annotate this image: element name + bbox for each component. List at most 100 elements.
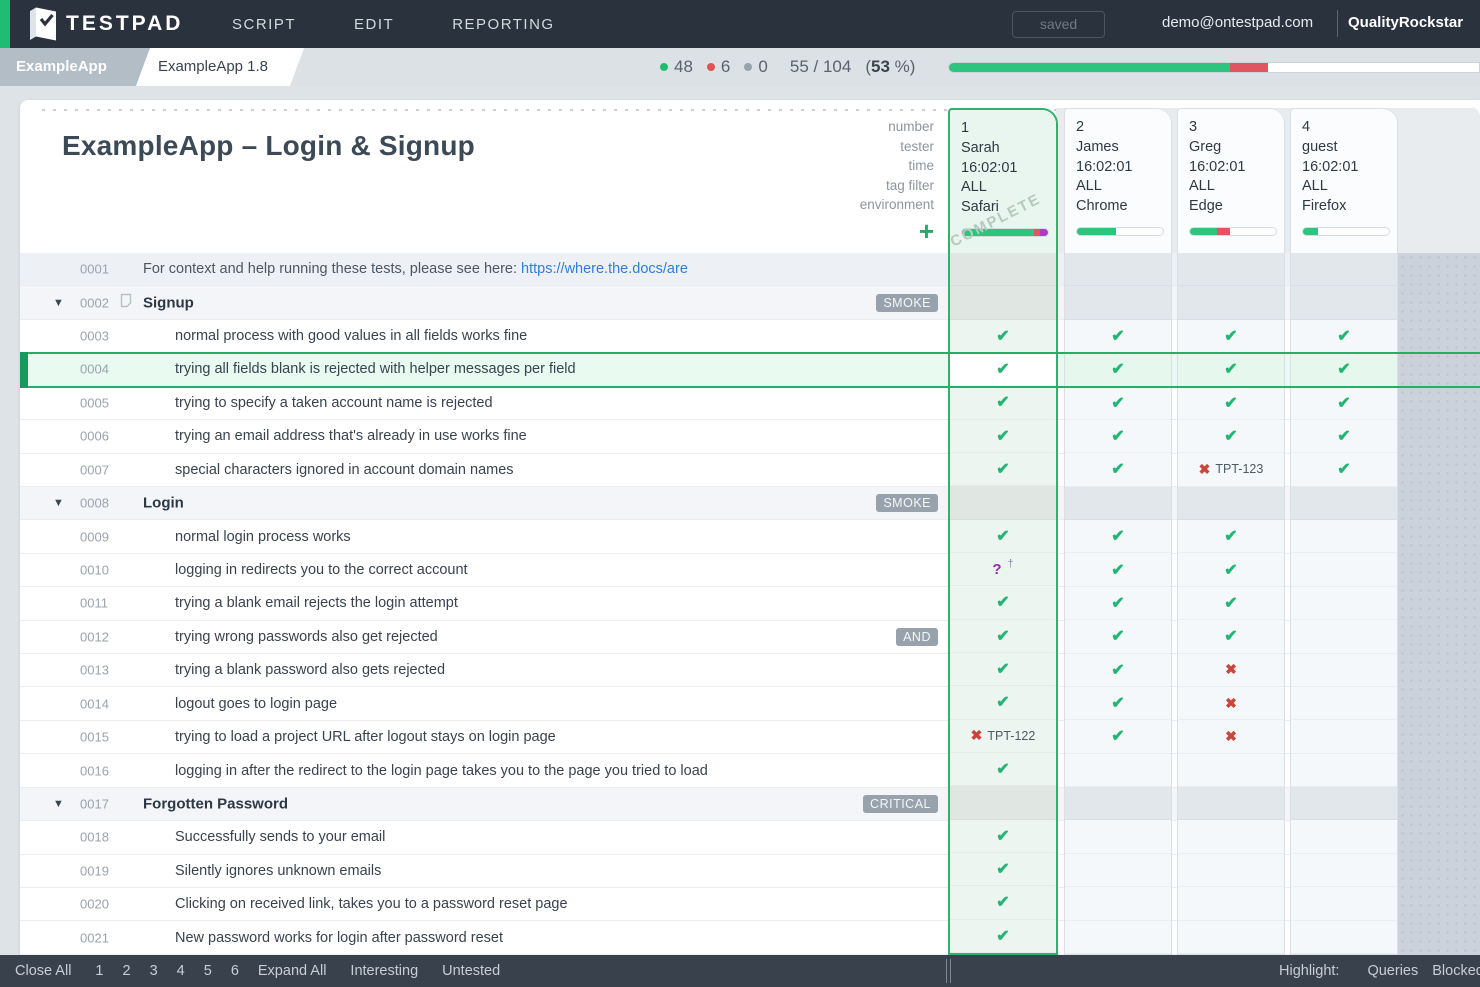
result-cell-0007-run2[interactable]: ✔ — [1065, 453, 1171, 486]
result-cell-0009-run1[interactable]: ✔ — [950, 520, 1056, 553]
result-cell-0005-run2[interactable]: ✔ — [1065, 387, 1171, 420]
footer-item-6[interactable]: 6 — [231, 963, 239, 979]
result-cell-0010-run4[interactable] — [1291, 553, 1397, 586]
result-cell-0021-run2[interactable] — [1065, 921, 1171, 954]
test-case-text[interactable]: trying to specify a taken account name i… — [175, 395, 493, 411]
result-cell-0001-run4[interactable] — [1291, 253, 1397, 286]
result-cell-0012-run2[interactable]: ✔ — [1065, 620, 1171, 653]
result-cell-0019-run4[interactable] — [1291, 854, 1397, 887]
footer-item-4[interactable]: 4 — [177, 963, 185, 979]
run-header-3[interactable]: 3Greg16:02:01ALLEdge — [1178, 109, 1284, 253]
footer-item-interesting[interactable]: Interesting — [350, 963, 418, 979]
result-cell-0004-run1[interactable]: ✔ — [950, 353, 1056, 386]
result-cell-0020-run2[interactable] — [1065, 887, 1171, 920]
result-cell-0014-run3[interactable]: ✖ — [1178, 687, 1284, 720]
test-case-text[interactable]: New password works for login after passw… — [175, 930, 503, 946]
run-header-1[interactable]: 1Sarah16:02:01ALLSafariCOMPLETE — [950, 110, 1056, 253]
result-cell-0015-run3[interactable]: ✖ — [1178, 720, 1284, 753]
result-cell-0016-run1[interactable]: ✔ — [950, 753, 1056, 786]
result-cell-0017-run1[interactable] — [950, 786, 1056, 819]
section-title[interactable]: Forgotten Password — [143, 795, 288, 812]
nav-menu-edit[interactable]: EDIT — [354, 16, 394, 33]
result-cell-0004-run3[interactable]: ✔ — [1178, 353, 1284, 386]
test-case-text[interactable]: trying wrong passwords also get rejected — [175, 629, 438, 645]
footer-item-3[interactable]: 3 — [150, 963, 158, 979]
result-cell-0005-run4[interactable]: ✔ — [1291, 387, 1397, 420]
test-case-text[interactable]: Successfully sends to your email — [175, 829, 385, 845]
run-column-2[interactable]: 2James16:02:01ALLChrome✔✔✔✔✔✔✔✔✔✔✔✔ — [1064, 108, 1172, 955]
result-cell-0021-run1[interactable]: ✔ — [950, 920, 1056, 953]
result-cell-0015-run4[interactable] — [1291, 720, 1397, 753]
result-cell-0008-run3[interactable] — [1178, 487, 1284, 520]
result-cell-0016-run3[interactable] — [1178, 754, 1284, 787]
test-case-text[interactable]: Silently ignores unknown emails — [175, 863, 381, 879]
result-cell-0003-run1[interactable]: ✔ — [950, 320, 1056, 353]
result-cell-0006-run2[interactable]: ✔ — [1065, 420, 1171, 453]
result-cell-0010-run3[interactable]: ✔ — [1178, 553, 1284, 586]
result-cell-0013-run4[interactable] — [1291, 654, 1397, 687]
result-cell-0015-run2[interactable]: ✔ — [1065, 720, 1171, 753]
saved-button[interactable]: saved — [1012, 11, 1105, 38]
result-cell-0007-run1[interactable]: ✔ — [950, 453, 1056, 486]
script-title[interactable]: ExampleApp – Login & Signup — [62, 130, 475, 162]
collapse-triangle-icon[interactable]: ▼ — [53, 798, 64, 810]
highlight-queries[interactable]: Queries — [1367, 963, 1418, 979]
result-cell-0001-run3[interactable] — [1178, 253, 1284, 286]
result-cell-0008-run1[interactable] — [950, 486, 1056, 519]
result-cell-0003-run3[interactable]: ✔ — [1178, 320, 1284, 353]
info-text[interactable]: For context and help running these tests… — [143, 261, 688, 277]
result-cell-0009-run4[interactable] — [1291, 520, 1397, 553]
result-cell-0012-run1[interactable]: ✔ — [950, 620, 1056, 653]
highlight-blocked[interactable]: Blocked — [1432, 963, 1480, 979]
result-cell-0013-run1[interactable]: ✔ — [950, 653, 1056, 686]
nav-menu-script[interactable]: SCRIPT — [232, 16, 296, 33]
result-cell-0003-run4[interactable]: ✔ — [1291, 320, 1397, 353]
result-cell-0006-run1[interactable]: ✔ — [950, 420, 1056, 453]
section-title[interactable]: Login — [143, 495, 184, 512]
result-cell-0002-run3[interactable] — [1178, 286, 1284, 319]
footer-scroll-divider[interactable] — [946, 959, 951, 983]
test-case-text[interactable]: logout goes to login page — [175, 696, 337, 712]
run-header-2[interactable]: 2James16:02:01ALLChrome — [1065, 109, 1171, 253]
result-cell-0001-run1[interactable] — [950, 253, 1056, 286]
result-cell-0003-run2[interactable]: ✔ — [1065, 320, 1171, 353]
collapse-triangle-icon[interactable]: ▼ — [53, 297, 64, 309]
result-cell-0021-run3[interactable] — [1178, 921, 1284, 954]
result-cell-0011-run1[interactable]: ✔ — [950, 586, 1056, 619]
result-cell-0002-run4[interactable] — [1291, 286, 1397, 319]
result-cell-0012-run4[interactable] — [1291, 620, 1397, 653]
result-cell-0013-run3[interactable]: ✖ — [1178, 654, 1284, 687]
footer-item-expand-all[interactable]: Expand All — [258, 963, 327, 979]
result-cell-0016-run2[interactable] — [1065, 754, 1171, 787]
result-cell-0015-run1[interactable]: ✖TPT-122 — [950, 720, 1056, 753]
add-run-button[interactable]: + — [794, 218, 934, 244]
result-cell-0007-run3[interactable]: ✖TPT-123 — [1178, 453, 1284, 486]
result-cell-0020-run3[interactable] — [1178, 887, 1284, 920]
result-cell-0008-run4[interactable] — [1291, 487, 1397, 520]
result-cell-0002-run1[interactable] — [950, 286, 1056, 319]
test-case-text[interactable]: trying all fields blank is rejected with… — [175, 361, 576, 377]
test-case-text[interactable]: normal login process works — [175, 529, 351, 545]
brand-name[interactable]: TESTPAD — [66, 12, 183, 36]
user-email[interactable]: demo@ontestpad.com — [1162, 14, 1313, 31]
test-case-text[interactable]: trying to load a project URL after logou… — [175, 729, 556, 745]
nav-menu-reporting[interactable]: REPORTING — [452, 16, 554, 33]
result-cell-0006-run3[interactable]: ✔ — [1178, 420, 1284, 453]
result-cell-0008-run2[interactable] — [1065, 487, 1171, 520]
result-cell-0014-run4[interactable] — [1291, 687, 1397, 720]
result-cell-0020-run1[interactable]: ✔ — [950, 886, 1056, 919]
result-cell-0005-run3[interactable]: ✔ — [1178, 387, 1284, 420]
footer-item-2[interactable]: 2 — [123, 963, 131, 979]
docs-link[interactable]: https://where.the.docs/are — [521, 261, 688, 277]
result-cell-0009-run3[interactable]: ✔ — [1178, 520, 1284, 553]
run-column-1[interactable]: 1Sarah16:02:01ALLSafariCOMPLETE✔✔✔✔✔✔?†✔… — [948, 108, 1058, 955]
result-cell-0016-run4[interactable] — [1291, 754, 1397, 787]
run-header-4[interactable]: 4guest16:02:01ALLFirefox — [1291, 109, 1397, 253]
result-cell-0011-run4[interactable] — [1291, 587, 1397, 620]
result-cell-0018-run1[interactable]: ✔ — [950, 820, 1056, 853]
test-case-text[interactable]: special characters ignored in account do… — [175, 462, 514, 478]
result-cell-0011-run2[interactable]: ✔ — [1065, 587, 1171, 620]
result-cell-0014-run1[interactable]: ✔ — [950, 686, 1056, 719]
result-cell-0002-run2[interactable] — [1065, 286, 1171, 319]
result-cell-0017-run2[interactable] — [1065, 787, 1171, 820]
